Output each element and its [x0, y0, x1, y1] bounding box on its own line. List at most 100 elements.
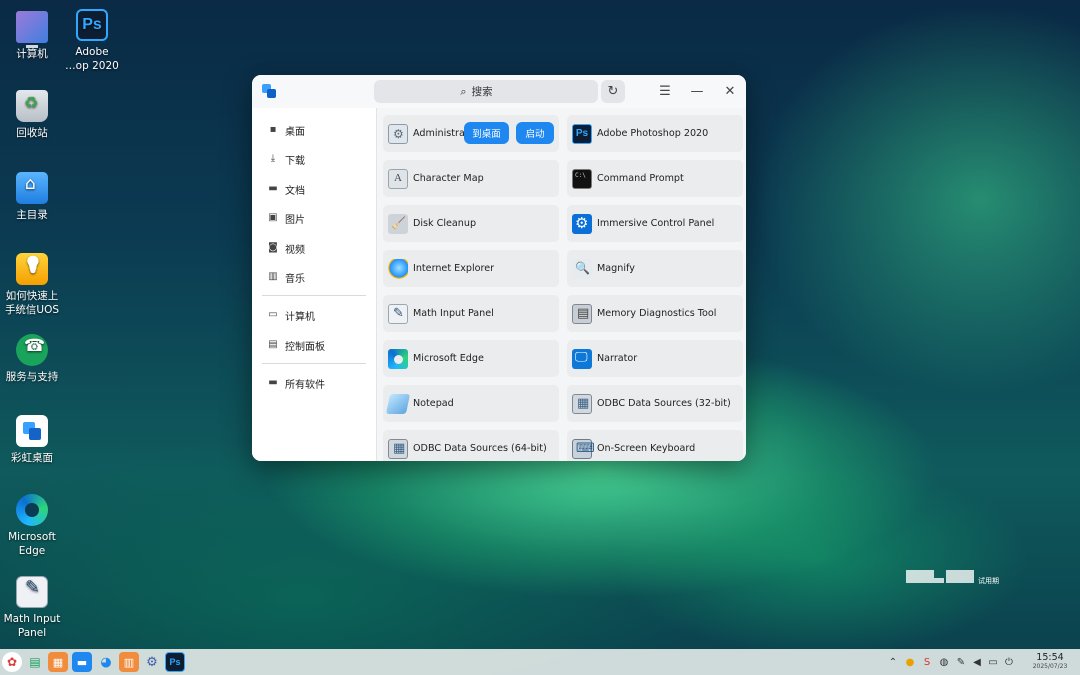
sidebar-item-downloads[interactable]: ⤓ 下载: [262, 148, 366, 170]
notepad-icon: [385, 393, 411, 414]
launch-button[interactable]: 启动: [516, 122, 554, 144]
desktop-icon-photoshop[interactable]: Ps Adobe …op 2020: [60, 9, 124, 73]
sidebar-item-label: 音乐: [285, 273, 305, 285]
app-store-icon: ▦: [52, 655, 64, 669]
refresh-button[interactable]: ↻: [601, 80, 625, 103]
launcher-button[interactable]: ✿: [2, 652, 22, 672]
desktop-icon-math-input[interactable]: Math Input Panel: [0, 576, 64, 640]
app-tile-notepad[interactable]: Notepad: [383, 385, 559, 422]
app-tile-narrator[interactable]: Narrator: [567, 340, 743, 377]
app-tile-photoshop[interactable]: Ps Adobe Photoshop 2020: [567, 115, 743, 152]
character-map-icon: [388, 168, 408, 189]
taskbar-browser[interactable]: ◕: [96, 652, 116, 672]
home-folder-icon: [16, 172, 48, 204]
app-tile-disk-cleanup[interactable]: Disk Cleanup: [383, 205, 559, 242]
app-tile-character-map[interactable]: Character Map: [383, 160, 559, 197]
sidebar-item-desktop[interactable]: ▪ 桌面: [262, 119, 366, 141]
sidebar-divider: [262, 363, 366, 364]
send-to-desktop-label: 到桌面: [472, 129, 501, 140]
sidebar-item-music[interactable]: ▥ 音乐: [262, 266, 366, 288]
desktop-icon-label: Math Input Panel: [3, 613, 61, 639]
desktop-icon-trash[interactable]: 回收站: [0, 90, 64, 140]
tray-power[interactable]: ⏻: [1001, 654, 1017, 670]
tray-expand-button[interactable]: ⌃: [885, 654, 901, 670]
launch-label: 启动: [525, 129, 545, 140]
watermark-text: 试用期: [978, 577, 999, 585]
app-tile-label: Math Input Panel: [413, 308, 494, 319]
tray-notifications[interactable]: ▭: [985, 654, 1001, 670]
app-tile-label: ODBC Data Sources (64-bit): [413, 443, 547, 454]
taskbar-file-manager[interactable]: ▬: [72, 652, 92, 672]
taskbar-app-store[interactable]: ▦: [48, 652, 68, 672]
tray-app-3[interactable]: ◍: [936, 654, 952, 670]
magnify-icon: [572, 258, 592, 279]
app-tile-memory-diagnostics[interactable]: Memory Diagnostics Tool: [567, 295, 743, 332]
sidebar-item-label: 图片: [285, 214, 305, 226]
app-tile-label: Memory Diagnostics Tool: [597, 308, 717, 319]
menu-button[interactable]: ☰: [654, 81, 676, 101]
taskbar-photoshop[interactable]: Ps: [165, 652, 185, 672]
app-tile-magnify[interactable]: Magnify: [567, 250, 743, 287]
app-tile-odbc-32[interactable]: ODBC Data Sources (32-bit): [567, 385, 743, 422]
search-input[interactable]: [471, 85, 512, 98]
sidebar-item-label: 下载: [285, 155, 305, 167]
app-tile-odbc-64[interactable]: ODBC Data Sources (64-bit): [383, 430, 559, 461]
sidebar-item-pictures[interactable]: ▣ 图片: [262, 207, 366, 229]
notification-icon: ▭: [988, 656, 998, 668]
package-icon: ▥: [123, 655, 135, 669]
photoshop-icon: Ps: [572, 123, 592, 144]
minimize-button[interactable]: —: [686, 81, 708, 101]
sidebar-item-label: 所有软件: [285, 379, 325, 391]
app-tile-label: On-Screen Keyboard: [597, 443, 696, 454]
app-tile-on-screen-keyboard[interactable]: On-Screen Keyboard: [567, 430, 743, 461]
desktop-icon-label: 如何快速上 手统信UOS: [4, 290, 60, 316]
ie-icon: [388, 258, 408, 279]
app-tile-microsoft-edge[interactable]: Microsoft Edge: [383, 340, 559, 377]
app-tile-math-input-panel[interactable]: Math Input Panel: [383, 295, 559, 332]
launcher-icon: ✿: [6, 655, 18, 669]
desktop-icon-edge[interactable]: Microsoft Edge: [0, 494, 64, 558]
taskbar-multitask-view[interactable]: ▤: [25, 652, 45, 672]
s-icon: S: [923, 656, 931, 668]
chevron-up-icon: ⌃: [888, 656, 898, 668]
send-to-desktop-button[interactable]: 到桌面: [464, 122, 509, 144]
tray-app-1[interactable]: ●: [902, 654, 918, 670]
folder-icon: ▬: [268, 183, 278, 194]
sidebar-item-computer[interactable]: ▭ 计算机: [262, 304, 366, 326]
sidebar-item-label: 计算机: [285, 311, 315, 323]
shield-icon: ●: [905, 656, 915, 668]
watermark-block: [946, 570, 974, 583]
clock[interactable]: 15:54 2025/07/23: [1030, 652, 1070, 671]
sidebar-divider: [262, 295, 366, 296]
desktop-icon-support[interactable]: 服务与支持: [0, 334, 64, 384]
taskbar-settings[interactable]: ⚙: [142, 652, 162, 672]
gamepad-icon: ◙: [268, 242, 278, 253]
app-tile-internet-explorer[interactable]: Internet Explorer: [383, 250, 559, 287]
desktop-icon-home[interactable]: 主目录: [0, 172, 64, 222]
sidebar-item-control-panel[interactable]: ▤ 控制面板: [262, 334, 366, 356]
app-tile-command-prompt[interactable]: Command Prompt: [567, 160, 743, 197]
desktop-icon-uos-guide[interactable]: 如何快速上 手统信UOS: [0, 253, 64, 317]
tray-volume[interactable]: ◀: [969, 654, 985, 670]
sidebar-item-documents[interactable]: ▬ 文档: [262, 178, 366, 200]
volume-icon: ◀: [973, 656, 981, 668]
menu-icon: ☰: [659, 83, 671, 99]
file-manager-icon: ▬: [76, 655, 88, 669]
search-box[interactable]: ⌕: [374, 80, 598, 103]
desktop-icon-computer[interactable]: 计算机: [0, 11, 64, 61]
sidebar-item-videos[interactable]: ◙ 视频: [262, 237, 366, 259]
memory-icon: [572, 303, 592, 324]
tray-app-2[interactable]: S: [919, 654, 935, 670]
gear-icon: ⚙: [146, 654, 158, 670]
sidebar-item-all-software[interactable]: ▬ 所有软件: [262, 372, 366, 394]
taskbar-package-app[interactable]: ▥: [119, 652, 139, 672]
app-tile-label: Administrati: [413, 128, 472, 139]
app-tile-immersive-control-panel[interactable]: Immersive Control Panel: [567, 205, 743, 242]
app-tile-label: Internet Explorer: [413, 263, 495, 274]
close-button[interactable]: ✕: [719, 81, 741, 101]
desktop-icon-rainbow-desktop[interactable]: 彩虹桌面: [0, 415, 64, 465]
monitor-icon: [16, 11, 48, 48]
tray-pen[interactable]: ✎: [953, 654, 969, 670]
app-tile-label: ODBC Data Sources (32-bit): [597, 398, 731, 409]
edge-icon: [16, 494, 48, 526]
